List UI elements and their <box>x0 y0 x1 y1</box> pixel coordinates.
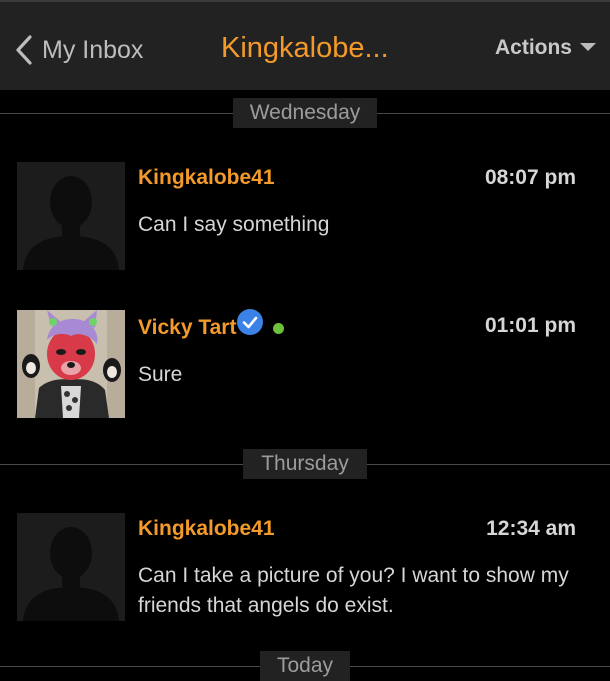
day-label: Thursday <box>243 449 367 479</box>
day-separator-wednesday: Wednesday <box>0 98 610 128</box>
message-text: Can I say something <box>138 213 330 236</box>
default-avatar-icon[interactable] <box>17 513 125 621</box>
online-dot-icon <box>273 322 285 334</box>
message-item[interactable]: Vicky Tart 01:01 pm Sure <box>0 309 610 420</box>
actions-button[interactable]: Actions <box>495 36 596 60</box>
message-text: Can I take a picture of you? I want to s… <box>138 564 569 617</box>
message-time: 01:01 pm <box>484 314 576 337</box>
top-bar: My Inbox Kingkalobe... Actions <box>0 0 610 90</box>
message-item[interactable]: Kingkalobe41 08:07 pm Can I say somethin… <box>0 162 610 272</box>
actions-label: Actions <box>494 36 572 59</box>
user-avatar-photo[interactable] <box>17 310 125 418</box>
message-time: 12:34 am <box>486 517 576 540</box>
sender-name[interactable]: Kingkalobe41 <box>138 517 275 541</box>
back-button[interactable]: My Inbox <box>14 30 143 70</box>
day-separator-today: Today <box>0 651 610 681</box>
day-separator-thursday: Thursday <box>0 449 610 479</box>
message-text: Sure <box>138 363 183 386</box>
day-label: Wednesday <box>233 98 377 128</box>
message-time: 08:07 pm <box>484 166 576 189</box>
chevron-left-icon <box>14 34 34 66</box>
back-label: My Inbox <box>42 35 144 64</box>
conversation-title: Kingkalobe... <box>221 32 389 64</box>
sender-name[interactable]: Vicky Tart <box>138 309 285 342</box>
message-item[interactable]: Kingkalobe41 12:34 am Can I take a pictu… <box>0 513 610 643</box>
day-label: Today <box>260 651 350 681</box>
verified-check-icon <box>236 308 264 336</box>
default-avatar-icon[interactable] <box>17 162 125 270</box>
caret-down-icon <box>580 39 596 57</box>
sender-name[interactable]: Kingkalobe41 <box>138 166 275 190</box>
